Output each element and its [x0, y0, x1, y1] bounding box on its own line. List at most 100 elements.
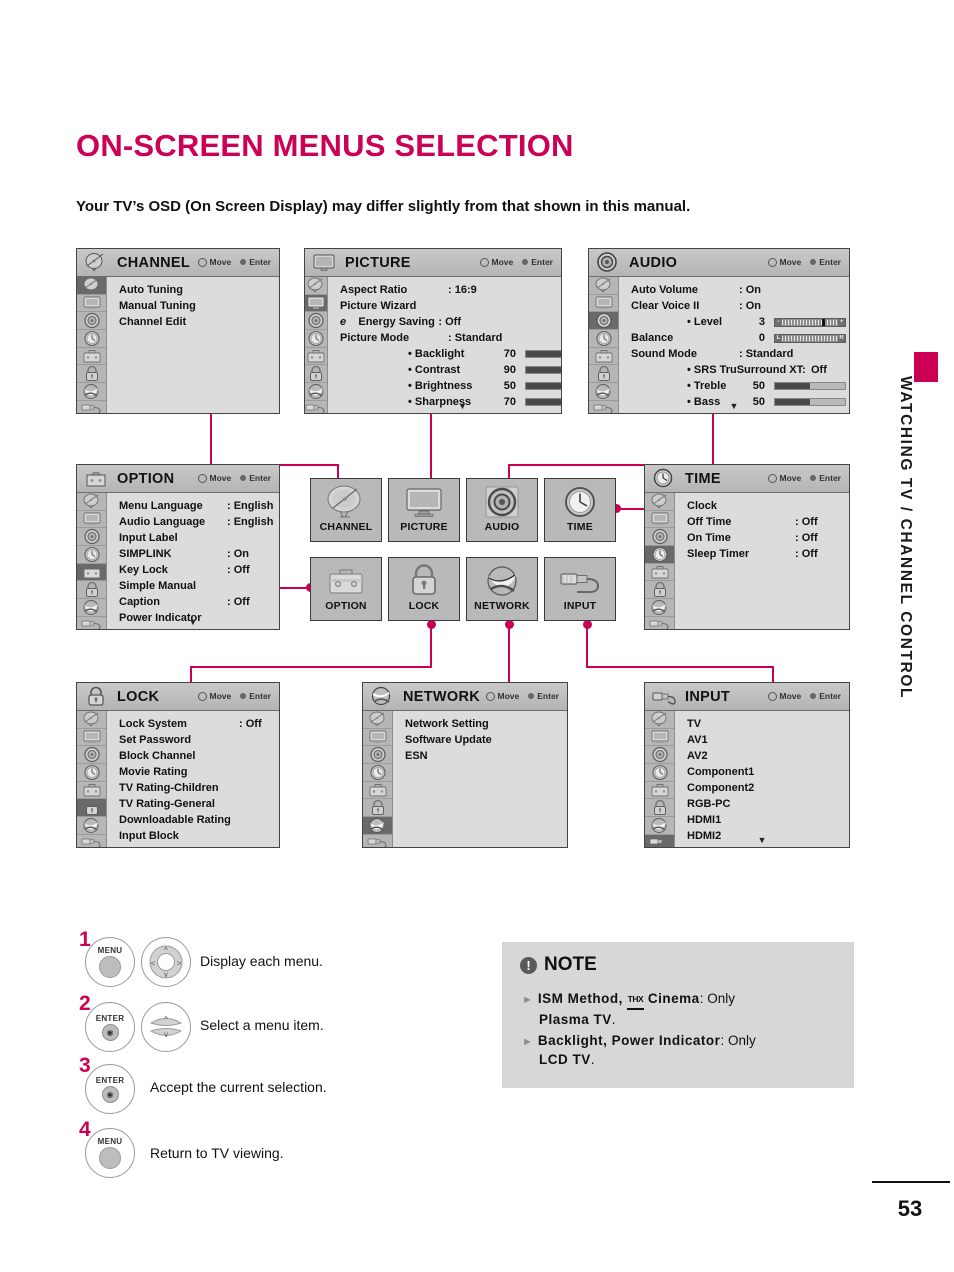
rail-icon-plug[interactable]	[77, 835, 106, 847]
rail-icon-clock[interactable]	[645, 546, 674, 564]
rail-icon-globe[interactable]	[645, 817, 674, 835]
slider-sharpness[interactable]	[525, 398, 561, 406]
osd-panel-lock[interactable]: LOCK Move Enter Lock System: Off Set Pas…	[76, 682, 280, 848]
osd-rail[interactable]	[589, 277, 619, 413]
menu-button-knob[interactable]	[99, 956, 121, 978]
slider-balance[interactable]: LR	[774, 333, 846, 343]
menu-button[interactable]: MENU	[85, 937, 135, 987]
updown-control[interactable]: ^ v	[141, 1002, 191, 1052]
rail-icon-satellite-dish[interactable]	[77, 711, 106, 729]
osd-panel-audio[interactable]: AUDIO Move Enter Auto Volume: On Clear V…	[588, 248, 850, 414]
rail-icon-padlock[interactable]	[363, 799, 392, 817]
tile-option[interactable]: OPTION	[310, 557, 382, 621]
rail-icon-padlock[interactable]	[77, 799, 106, 817]
enter-button[interactable]: ENTER ◉	[85, 1002, 135, 1052]
enter-button-knob[interactable]: ◉	[101, 1085, 119, 1103]
tile-input[interactable]: INPUT	[544, 557, 616, 621]
rail-icon-globe[interactable]	[363, 817, 392, 835]
osd-panel-option[interactable]: OPTION Move Enter Menu Language: English…	[76, 464, 280, 630]
rail-icon-clock[interactable]	[645, 764, 674, 782]
slider-bass[interactable]	[774, 398, 846, 406]
rail-icon-padlock[interactable]	[645, 799, 674, 817]
menu-button[interactable]: MENU	[85, 1128, 135, 1178]
scroll-down-indicator[interactable]: ▼	[458, 401, 467, 411]
rail-icon-clock[interactable]	[305, 330, 327, 348]
rail-icon-padlock[interactable]	[645, 581, 674, 599]
slider-backlight[interactable]	[525, 350, 561, 358]
slider-level[interactable]: - +	[774, 317, 846, 327]
rail-icon-plug[interactable]	[645, 617, 674, 629]
scroll-down-indicator[interactable]: ▼	[189, 617, 198, 627]
rail-icon-toolbox[interactable]	[305, 348, 327, 365]
osd-rail[interactable]	[77, 277, 107, 413]
rail-icon-padlock[interactable]	[77, 365, 106, 383]
rail-icon-plug[interactable]	[77, 401, 106, 413]
enter-button-knob[interactable]: ◉	[101, 1023, 119, 1041]
rail-icon-padlock[interactable]	[589, 365, 618, 383]
rail-icon-satellite-dish[interactable]	[77, 277, 106, 295]
rail-icon-globe[interactable]	[589, 383, 618, 401]
tile-audio[interactable]: AUDIO	[466, 478, 538, 542]
rail-icon-clock[interactable]	[77, 546, 106, 564]
rail-icon-satellite-dish[interactable]	[363, 711, 392, 729]
rail-icon-monitor[interactable]	[77, 295, 106, 312]
rail-icon-clock[interactable]	[589, 330, 618, 348]
rail-icon-speaker[interactable]	[363, 746, 392, 764]
rail-icon-speaker[interactable]	[589, 312, 618, 330]
rail-icon-globe[interactable]	[77, 599, 106, 617]
rail-icon-monitor[interactable]	[589, 295, 618, 312]
rail-icon-speaker[interactable]	[645, 746, 674, 764]
rail-icon-toolbox[interactable]	[77, 348, 106, 365]
rail-icon-satellite-dish[interactable]	[589, 277, 618, 295]
rail-icon-monitor[interactable]	[645, 511, 674, 528]
osd-panel-time[interactable]: TIME Move Enter Clock Off Time: Off On T…	[644, 464, 850, 630]
rail-icon-monitor[interactable]	[645, 729, 674, 746]
rail-icon-plug[interactable]	[589, 401, 618, 413]
rail-icon-monitor[interactable]	[77, 729, 106, 746]
rail-icon-satellite-dish[interactable]	[77, 493, 106, 511]
rail-icon-clock[interactable]	[363, 764, 392, 782]
enter-button[interactable]: ENTER ◉	[85, 1064, 135, 1114]
rail-icon-toolbox[interactable]	[589, 348, 618, 365]
tile-network[interactable]: NETWORK	[466, 557, 538, 621]
tile-picture[interactable]: PICTURE	[388, 478, 460, 542]
osd-panel-channel[interactable]: CHANNEL Move Enter Auto Tuning Manual Tu…	[76, 248, 280, 414]
rail-icon-globe[interactable]	[77, 817, 106, 835]
dpad-control[interactable]: ^ v < >	[141, 937, 191, 987]
rail-icon-globe[interactable]	[305, 383, 327, 401]
rail-icon-speaker[interactable]	[305, 312, 327, 330]
osd-panel-network[interactable]: NETWORK Move Enter Network Setting Softw…	[362, 682, 568, 848]
osd-panel-input[interactable]: INPUT Move Enter TV AV1 AV2 Component1 C…	[644, 682, 850, 848]
rail-icon-toolbox[interactable]	[645, 564, 674, 581]
rail-icon-satellite-dish[interactable]	[645, 711, 674, 729]
tile-channel[interactable]: CHANNEL	[310, 478, 382, 542]
slider-contrast[interactable]	[525, 366, 561, 374]
rail-icon-toolbox[interactable]	[77, 564, 106, 581]
rail-icon-satellite-dish[interactable]	[645, 493, 674, 511]
rail-icon-satellite-dish[interactable]	[305, 277, 327, 295]
rail-icon-monitor[interactable]	[305, 295, 327, 312]
rail-icon-plug[interactable]	[363, 835, 392, 847]
osd-rail[interactable]	[77, 711, 107, 847]
rail-icon-padlock[interactable]	[77, 581, 106, 599]
rail-icon-plug[interactable]	[645, 835, 674, 847]
osd-rail[interactable]	[77, 493, 107, 629]
rail-icon-globe[interactable]	[77, 383, 106, 401]
rail-icon-speaker[interactable]	[77, 528, 106, 546]
osd-rail[interactable]	[305, 277, 328, 413]
osd-rail[interactable]	[645, 711, 675, 847]
osd-rail[interactable]	[645, 493, 675, 629]
rail-icon-monitor[interactable]	[363, 729, 392, 746]
rail-icon-speaker[interactable]	[77, 312, 106, 330]
rail-icon-clock[interactable]	[77, 330, 106, 348]
rail-icon-toolbox[interactable]	[363, 782, 392, 799]
osd-panel-picture[interactable]: PICTURE Move Enter Aspect Ratio: 16:9 Pi…	[304, 248, 562, 414]
menu-button-knob[interactable]	[99, 1147, 121, 1169]
rail-icon-plug[interactable]	[305, 401, 327, 413]
scroll-down-indicator[interactable]: ▼	[758, 835, 767, 845]
slider-treble[interactable]	[774, 382, 846, 390]
rail-icon-globe[interactable]	[645, 599, 674, 617]
rail-icon-toolbox[interactable]	[645, 782, 674, 799]
rail-icon-toolbox[interactable]	[77, 782, 106, 799]
rail-icon-plug[interactable]	[77, 617, 106, 629]
